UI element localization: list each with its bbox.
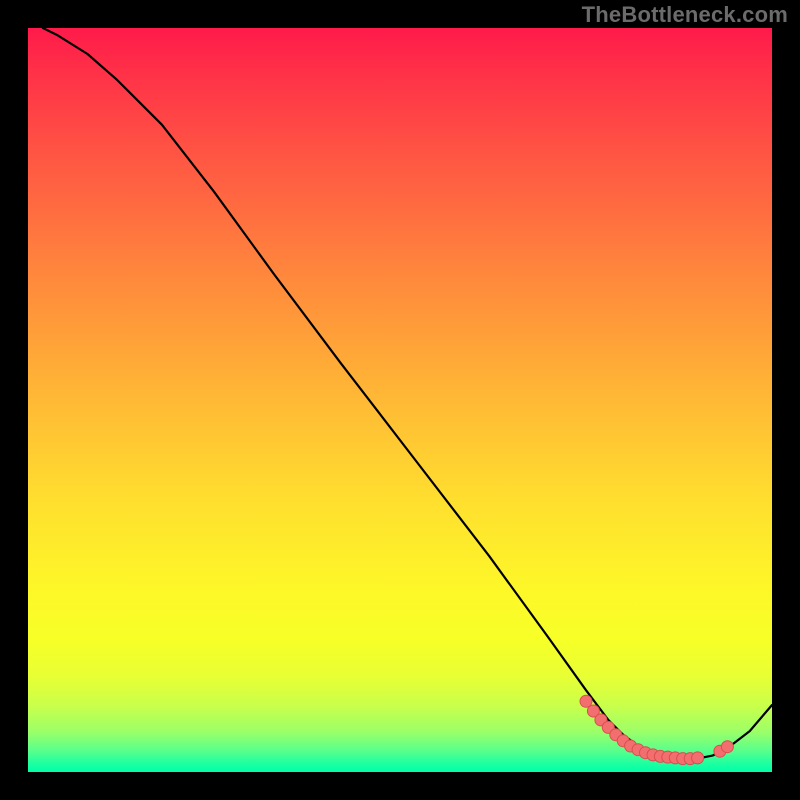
watermark-text: TheBottleneck.com (582, 2, 788, 28)
gradient-plot-area (28, 28, 772, 772)
optimal-range-markers (580, 695, 733, 764)
outer-frame: TheBottleneck.com (0, 0, 800, 800)
marker-dot (692, 752, 704, 764)
marker-dot (721, 741, 733, 753)
curve-svg (28, 28, 772, 772)
bottleneck-curve (43, 28, 772, 759)
